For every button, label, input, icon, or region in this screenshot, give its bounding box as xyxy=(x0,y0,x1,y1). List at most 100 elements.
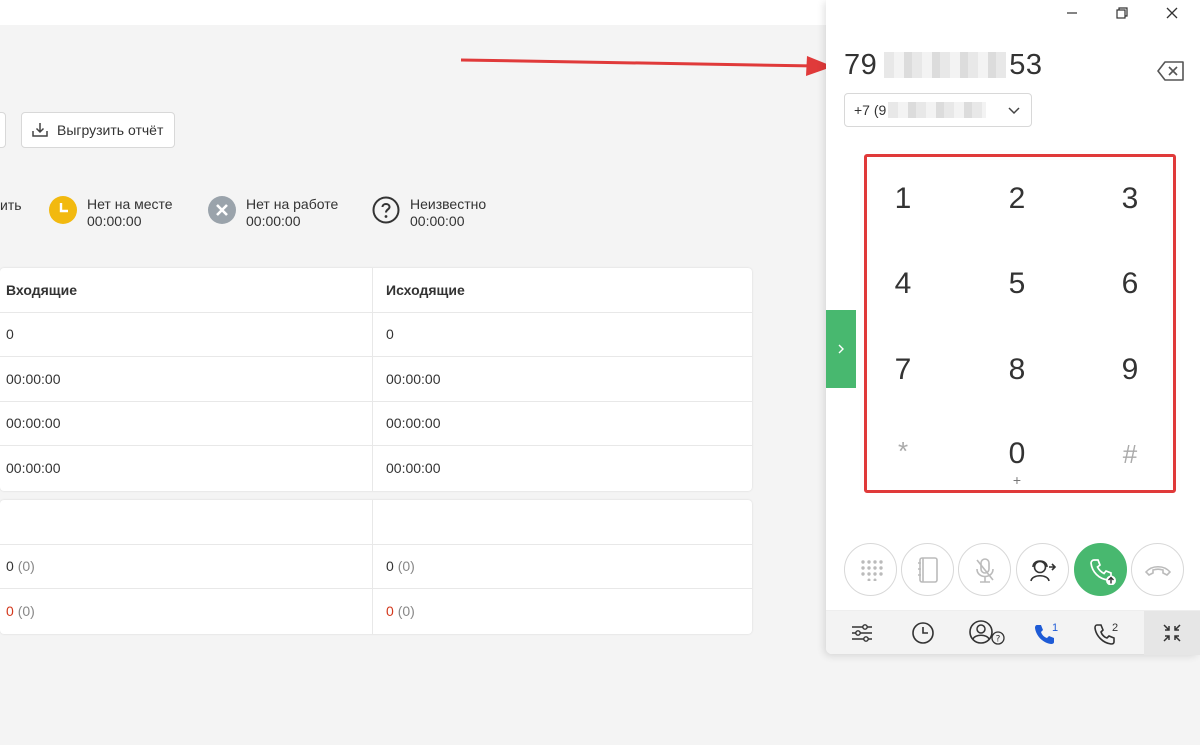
filter-button[interactable] xyxy=(0,112,6,148)
table-cell: 0 (0) xyxy=(372,589,752,634)
line-2-tab[interactable]: 2 xyxy=(1084,611,1128,655)
table-cell: 0 (0) xyxy=(0,545,372,589)
status-label-cut: ить xyxy=(0,197,22,213)
caller-id-value: +7 (9 xyxy=(854,102,887,118)
key-5[interactable]: 5 xyxy=(987,254,1047,314)
close-button[interactable] xyxy=(1154,0,1190,26)
history-clock-icon xyxy=(912,622,934,644)
key-9[interactable]: 9 xyxy=(1100,340,1160,400)
line-2-icon: 2 xyxy=(1094,622,1118,645)
collapse-button[interactable] xyxy=(1144,611,1200,655)
header-incoming: Входящие xyxy=(6,281,77,298)
call-icon xyxy=(1089,558,1116,585)
key-4[interactable]: 4 xyxy=(873,254,933,314)
table-cell: 0 (0) xyxy=(372,544,752,588)
table-row: 00:00:00 00:00:00 xyxy=(0,446,752,491)
cell-paren: (0) xyxy=(17,558,35,575)
dialpad-icon xyxy=(860,559,883,581)
restore-icon xyxy=(1116,7,1128,19)
minimize-icon xyxy=(1067,12,1077,14)
key-0-plus: + xyxy=(1012,472,1022,488)
settings-sliders-icon xyxy=(852,624,872,642)
table-cell: 00:00:00 xyxy=(372,357,752,401)
dialpad: 1 2 3 4 5 6 7 8 9 * 0 + # xyxy=(864,154,1176,493)
key-7[interactable]: 7 xyxy=(873,340,933,400)
minimize-button[interactable] xyxy=(1054,0,1090,26)
backspace-icon[interactable] xyxy=(1157,60,1185,82)
caller-id-select[interactable]: +7 (9 xyxy=(844,93,1032,127)
table-cell: 00:00:00 xyxy=(6,460,61,477)
table-row: 0 (0) 0 (0) xyxy=(0,544,752,589)
header-outgoing: Исходящие xyxy=(372,268,752,312)
cell-paren: (0) xyxy=(17,603,35,620)
softphone-panel: 79 53 +7 (9 1 2 3 4 5 6 7 8 9 * 0 + # ? … xyxy=(826,0,1200,655)
annotation-arrow xyxy=(460,56,833,76)
dialpad-button[interactable] xyxy=(844,543,897,596)
close-icon xyxy=(1166,7,1178,19)
calls-table: Входящие Исходящие 0 0 00:00:00 00:00:00… xyxy=(0,268,752,491)
cell-paren: (0) xyxy=(397,558,415,575)
dialed-number-start: 79 xyxy=(844,49,878,81)
table-cell: 00:00:00 xyxy=(6,415,61,432)
settings-tab[interactable] xyxy=(840,611,884,655)
table-header-row: Входящие Исходящие xyxy=(0,268,752,313)
status-away-label: Нет на месте xyxy=(87,196,173,212)
table-cell: 0 xyxy=(6,326,14,343)
table-row: 0 (0) 0 (0) xyxy=(0,589,752,634)
table-cell: 00:00:00 xyxy=(372,401,752,445)
line-1-icon: 1 xyxy=(1035,622,1058,644)
restore-button[interactable] xyxy=(1104,0,1140,26)
chevron-right-icon xyxy=(838,344,844,354)
key-8[interactable]: 8 xyxy=(987,340,1047,400)
operators-status-icon: ? xyxy=(969,620,1005,645)
mute-button[interactable] xyxy=(958,543,1011,596)
transfer-button[interactable] xyxy=(1016,543,1069,596)
line-1-tab[interactable]: 1 xyxy=(1024,611,1068,655)
cell-value: 0 xyxy=(6,558,14,575)
key-0[interactable]: 0 + xyxy=(987,424,1047,488)
export-report-button[interactable]: Выгрузить отчёт xyxy=(21,112,175,148)
line-1-number: 1 xyxy=(1052,622,1058,634)
contacts-book-icon xyxy=(917,556,938,583)
status-offline-time: 00:00:00 xyxy=(246,213,301,229)
call-button[interactable] xyxy=(1074,543,1127,596)
chevron-down-icon xyxy=(1008,107,1020,115)
download-icon xyxy=(32,123,48,137)
redacted-caller-id xyxy=(888,102,987,118)
key-3[interactable]: 3 xyxy=(1100,169,1160,229)
header-empty xyxy=(0,500,372,544)
table-cell: 00:00:00 xyxy=(372,446,752,491)
status-away: Нет на месте 00:00:00 xyxy=(49,196,173,230)
status-unknown-label: Неизвестно xyxy=(410,196,487,212)
hangup-button[interactable] xyxy=(1131,543,1184,596)
status-unknown-time: 00:00:00 xyxy=(410,213,465,229)
cell-value-red: 0 xyxy=(6,603,14,620)
table-cell: 0 xyxy=(372,312,752,356)
history-tab[interactable] xyxy=(901,611,945,655)
calls-summary-table: 0 (0) 0 (0) 0 (0) 0 (0) xyxy=(0,500,752,634)
bottom-toolbar: ? 1 2 xyxy=(826,610,1200,655)
export-report-label: Выгрузить отчёт xyxy=(57,122,164,138)
key-star[interactable]: * xyxy=(873,421,933,481)
key-hash[interactable]: # xyxy=(1100,424,1160,484)
collapse-icon xyxy=(1163,624,1181,642)
cell-value: 0 xyxy=(386,558,394,575)
key-2[interactable]: 2 xyxy=(987,169,1047,229)
cell-paren: (0) xyxy=(397,603,415,620)
redacted-number xyxy=(884,52,1006,78)
operators-tab[interactable]: ? xyxy=(963,611,1013,655)
svg-text:?: ? xyxy=(996,635,1001,645)
cell-value-red: 0 xyxy=(386,603,394,620)
dialed-number-end: 53 xyxy=(1009,49,1043,81)
key-1[interactable]: 1 xyxy=(873,169,933,229)
mute-mic-icon xyxy=(975,557,994,583)
status-offline-label: Нет на работе xyxy=(246,196,339,212)
hangup-icon xyxy=(1144,565,1171,576)
line-2-number: 2 xyxy=(1112,622,1118,634)
contacts-button[interactable] xyxy=(901,543,954,596)
expand-side-tab[interactable] xyxy=(826,310,856,388)
key-6[interactable]: 6 xyxy=(1100,254,1160,314)
table-row: 0 0 xyxy=(0,312,752,357)
app-topbar xyxy=(0,0,826,25)
table-row: 00:00:00 00:00:00 xyxy=(0,357,752,402)
